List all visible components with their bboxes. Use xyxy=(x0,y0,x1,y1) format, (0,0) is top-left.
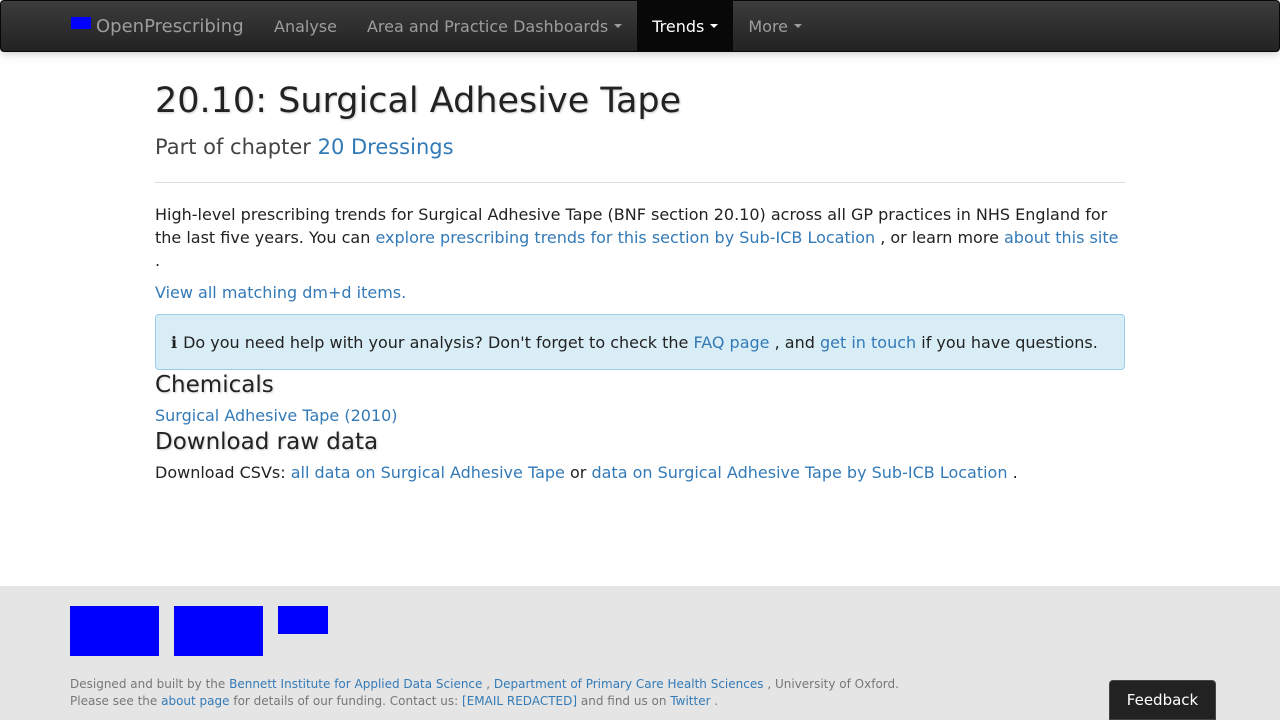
brand-name: OpenPrescribing xyxy=(96,15,244,37)
chevron-down-icon xyxy=(614,24,623,28)
download-csvs: Download CSVs: all data on Surgical Adhe… xyxy=(155,462,1125,484)
page-title: 20.10: Surgical Adhesive Tape xyxy=(155,81,682,121)
brand-link[interactable]: OpenPrescribing xyxy=(71,1,244,51)
intro-text-3: . xyxy=(155,251,161,270)
chevron-down-icon xyxy=(710,24,719,28)
bennett-logo[interactable] xyxy=(70,606,159,656)
about-site-link[interactable]: about this site xyxy=(1004,228,1118,247)
download-or: or xyxy=(569,463,587,482)
nav-dashboards-label: Area and Practice Dashboards xyxy=(366,16,609,36)
faq-link[interactable]: FAQ page xyxy=(693,333,769,352)
footer-end: . xyxy=(714,694,719,708)
partner-logo[interactable] xyxy=(278,606,328,634)
nav-dashboards-dropdown[interactable]: Area and Practice Dashboards xyxy=(352,1,637,51)
footer-credit-text: Designed and built by the xyxy=(70,677,226,691)
divider xyxy=(155,182,1125,183)
footer-contact-text: for details of our funding. Contact us: xyxy=(233,694,459,708)
alert-text-1: Do you need help with your analysis? Don… xyxy=(183,332,689,352)
footer-find-us-text: and find us on xyxy=(580,694,667,708)
footer-line-2: Please see the about page for details of… xyxy=(70,693,899,710)
footer-line-1: Designed and built by the Bennett Instit… xyxy=(70,676,899,693)
info-icon: ℹ xyxy=(171,332,178,352)
primary-care-dept-link[interactable]: Department of Primary Care Health Scienc… xyxy=(494,677,764,691)
footer-university-text: , University of Oxford. xyxy=(767,677,899,691)
chapter-link[interactable]: 20 Dressings xyxy=(318,135,454,159)
top-navbar: OpenPrescribing Analyse Area and Practic… xyxy=(0,0,1280,52)
nav-trends-label: Trends xyxy=(652,16,705,36)
download-prefix: Download CSVs: xyxy=(155,463,286,482)
subtitle-prefix: Part of chapter xyxy=(155,135,311,159)
footer-text: Designed and built by the Bennett Instit… xyxy=(70,676,899,710)
bennett-institute-link[interactable]: Bennett Institute for Applied Data Scien… xyxy=(229,677,482,691)
brand-logo-icon xyxy=(71,17,91,29)
download-heading: Download raw data xyxy=(155,429,379,455)
chemical-link[interactable]: Surgical Adhesive Tape (2010) xyxy=(155,405,1125,427)
alert-text-2: , and xyxy=(774,332,815,352)
intro-text-2: , or learn more xyxy=(880,228,999,247)
footer-logos xyxy=(70,606,343,656)
chemicals-heading: Chemicals xyxy=(155,372,274,398)
nav-more-dropdown[interactable]: More xyxy=(733,1,817,51)
nav-more-label: More xyxy=(748,16,789,36)
page-subtitle: Part of chapter 20 Dressings xyxy=(155,133,1125,161)
footer-about-link[interactable]: about page xyxy=(161,694,229,708)
chevron-down-icon xyxy=(794,24,803,28)
nav-analyse-label: Analyse xyxy=(274,16,337,36)
nav-trends-dropdown[interactable]: Trends xyxy=(637,1,734,51)
explore-by-sub-icb-link[interactable]: explore prescribing trends for this sect… xyxy=(375,228,875,247)
footer-comma: , xyxy=(486,677,491,691)
help-alert: ℹ Do you need help with your analysis? D… xyxy=(155,314,1125,370)
get-in-touch-link[interactable]: get in touch xyxy=(820,333,916,352)
download-end: . xyxy=(1012,463,1018,482)
alert-text-3: if you have questions. xyxy=(921,332,1098,352)
dmd-items-link[interactable]: View all matching dm+d items. xyxy=(155,282,1125,304)
intro-paragraph: High-level prescribing trends for Surgic… xyxy=(155,203,1125,272)
footer-see-text: Please see the xyxy=(70,694,158,708)
download-sub-icb-data-link[interactable]: data on Surgical Adhesive Tape by Sub-IC… xyxy=(591,463,1007,482)
twitter-link[interactable]: Twitter xyxy=(670,694,710,708)
main-content: 20.10: Surgical Adhesive Tape Part of ch… xyxy=(155,52,1125,484)
footer-email-link[interactable]: [EMAIL REDACTED] xyxy=(462,694,577,708)
download-all-data-link[interactable]: all data on Surgical Adhesive Tape xyxy=(291,463,565,482)
main-nav: Analyse Area and Practice Dashboards Tre… xyxy=(259,1,817,51)
feedback-button[interactable]: Feedback xyxy=(1109,680,1216,720)
footer: Designed and built by the Bennett Instit… xyxy=(0,586,1280,720)
nav-analyse[interactable]: Analyse xyxy=(259,1,352,51)
oxford-logo[interactable] xyxy=(174,606,263,656)
